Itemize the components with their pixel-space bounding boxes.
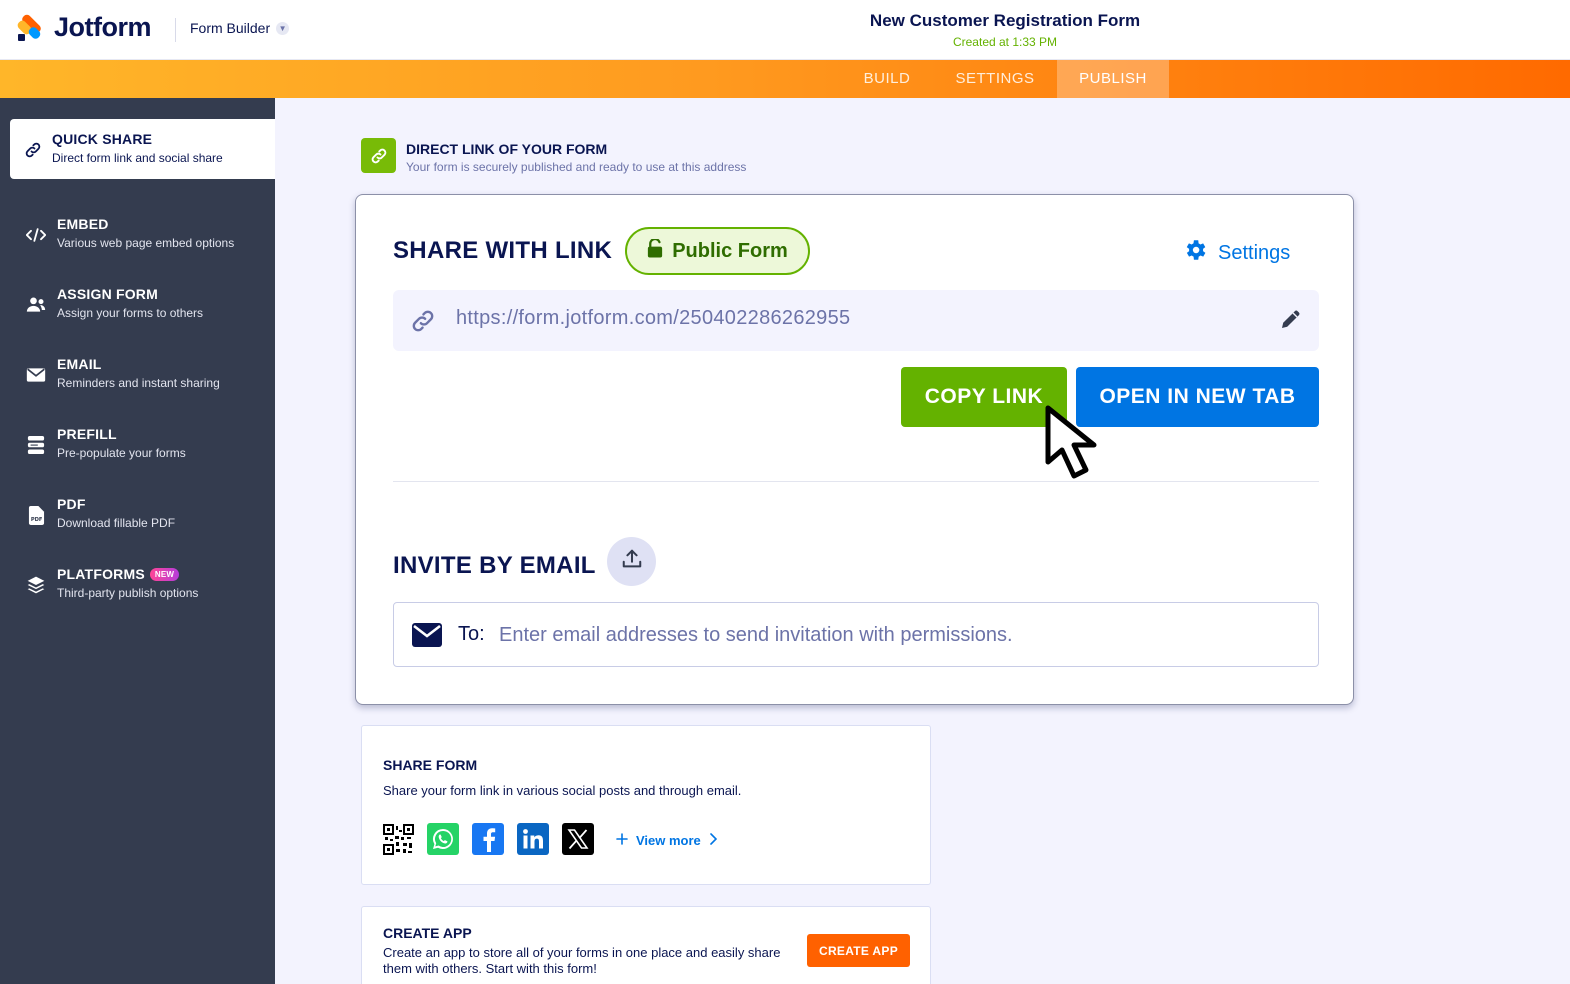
sidebar-item-subtitle: Download fillable PDF (57, 516, 176, 530)
tab-publish[interactable]: PUBLISH (1057, 60, 1169, 98)
svg-text:PDF: PDF (30, 517, 42, 523)
qr-code-icon[interactable] (382, 823, 414, 855)
upload-button[interactable] (607, 537, 656, 586)
sidebar-item-quick-share[interactable]: QUICK SHARE Direct form link and social … (10, 119, 275, 179)
new-badge: NEW (149, 568, 180, 581)
form-url-field[interactable]: https://form.jotform.com/250402286262955 (393, 290, 1319, 351)
logo-text: Jotform (54, 12, 152, 42)
x-icon[interactable] (562, 823, 594, 855)
sidebar-item-prefill[interactable]: PREFILL Pre-populate your forms (0, 414, 275, 474)
form-builder-label: Form Builder (190, 20, 271, 36)
jotform-logo[interactable]: Jotform (16, 12, 152, 43)
prefill-icon (25, 434, 47, 456)
direct-link-title: DIRECT LINK OF YOUR FORM (406, 141, 608, 157)
pdf-icon: PDF (25, 504, 47, 526)
direct-link-subtitle: Your form is securely published and read… (406, 160, 747, 174)
jotform-logo-mark-icon (16, 12, 44, 43)
open-in-new-tab-button[interactable]: OPEN IN NEW TAB (1076, 367, 1319, 427)
sidebar-item-platforms[interactable]: PLATFORMS NEW Third-party publish options (0, 554, 275, 614)
publish-sidebar: QUICK SHARE Direct form link and social … (0, 98, 275, 984)
linkedin-icon[interactable] (517, 823, 549, 855)
public-form-badge[interactable]: Public Form (625, 227, 810, 275)
sidebar-item-assign-form[interactable]: ASSIGN FORM Assign your forms to others (0, 274, 275, 334)
upload-icon (621, 548, 643, 575)
sidebar-item-title: PDF (57, 496, 86, 512)
form-created-time: Created at 1:33 PM (952, 35, 1058, 49)
sidebar-item-title: PREFILL (57, 426, 117, 442)
sidebar-item-title: ASSIGN FORM (57, 286, 158, 302)
section-divider (393, 481, 1319, 482)
copy-link-button[interactable]: COPY LINK (901, 367, 1067, 427)
main-nav: BUILD SETTINGS PUBLISH (0, 60, 1570, 98)
sidebar-item-subtitle: Third-party publish options (57, 586, 199, 600)
top-header: Jotform Form Builder ▼ New Customer Regi… (0, 0, 1570, 60)
sidebar-item-email[interactable]: EMAIL Reminders and instant sharing (0, 344, 275, 404)
settings-label: Settings (1218, 241, 1291, 264)
sidebar-item-title: EMAIL (57, 356, 102, 372)
pencil-icon[interactable] (1279, 307, 1303, 336)
chevron-down-icon: ▼ (276, 21, 290, 35)
facebook-icon[interactable] (472, 823, 504, 855)
share-with-link-title: SHARE WITH LINK (393, 237, 613, 264)
view-more-link[interactable]: View more (616, 833, 717, 848)
header-divider (175, 18, 176, 42)
plus-icon (616, 833, 628, 848)
link-settings-button[interactable]: Settings (1182, 237, 1290, 269)
tab-settings[interactable]: SETTINGS (955, 60, 1035, 98)
invite-email-field[interactable]: To: (393, 602, 1319, 667)
sidebar-item-title: PLATFORMS NEW (57, 566, 180, 582)
envelope-icon (412, 623, 442, 652)
unlock-icon (647, 237, 663, 264)
chevron-right-icon (709, 833, 717, 848)
sidebar-item-subtitle: Assign your forms to others (57, 306, 204, 320)
form-builder-dropdown[interactable]: Form Builder ▼ (190, 20, 290, 36)
share-link-card: SHARE WITH LINK Public Form Settings htt… (355, 194, 1354, 705)
share-form-title: SHARE FORM (383, 757, 478, 773)
invite-by-email-title: INVITE BY EMAIL (393, 552, 596, 579)
email-input[interactable] (499, 618, 1279, 652)
public-form-label: Public Form (672, 239, 788, 262)
sidebar-item-subtitle: Various web page embed options (57, 236, 235, 250)
envelope-icon (25, 364, 47, 386)
to-label: To: (458, 623, 485, 645)
mouse-cursor-icon (1044, 404, 1110, 485)
create-app-description: Create an app to store all of your forms… (383, 945, 781, 976)
tab-build[interactable]: BUILD (862, 60, 912, 98)
sidebar-item-subtitle: Pre-populate your forms (57, 446, 186, 460)
link-icon (410, 308, 436, 339)
sidebar-item-title: QUICK SHARE (52, 131, 153, 147)
create-app-title: CREATE APP (383, 925, 472, 941)
form-title[interactable]: New Customer Registration Form (820, 11, 1190, 31)
sidebar-item-embed[interactable]: EMBED Various web page embed options (0, 204, 275, 264)
direct-link-icon (361, 138, 396, 173)
link-icon (22, 139, 44, 161)
gear-icon (1182, 237, 1208, 269)
create-app-panel: CREATE APP Create an app to store all of… (361, 906, 931, 984)
whatsapp-icon[interactable] (427, 823, 459, 855)
users-icon (25, 294, 47, 316)
layers-icon (25, 574, 47, 596)
create-app-button[interactable]: CREATE APP (807, 934, 910, 967)
sidebar-item-subtitle: Direct form link and social share (52, 151, 223, 165)
share-form-panel: SHARE FORM Share your form link in vario… (361, 725, 931, 885)
code-icon (25, 224, 47, 246)
sidebar-item-subtitle: Reminders and instant sharing (57, 376, 220, 390)
form-url-text[interactable]: https://form.jotform.com/250402286262955 (456, 307, 850, 330)
sidebar-item-title-text: PLATFORMS (57, 566, 145, 582)
sidebar-item-pdf[interactable]: PDF PDF Download fillable PDF (0, 484, 275, 544)
view-more-label: View more (636, 833, 701, 848)
sidebar-item-title: EMBED (57, 216, 109, 232)
share-form-description: Share your form link in various social p… (383, 783, 742, 798)
